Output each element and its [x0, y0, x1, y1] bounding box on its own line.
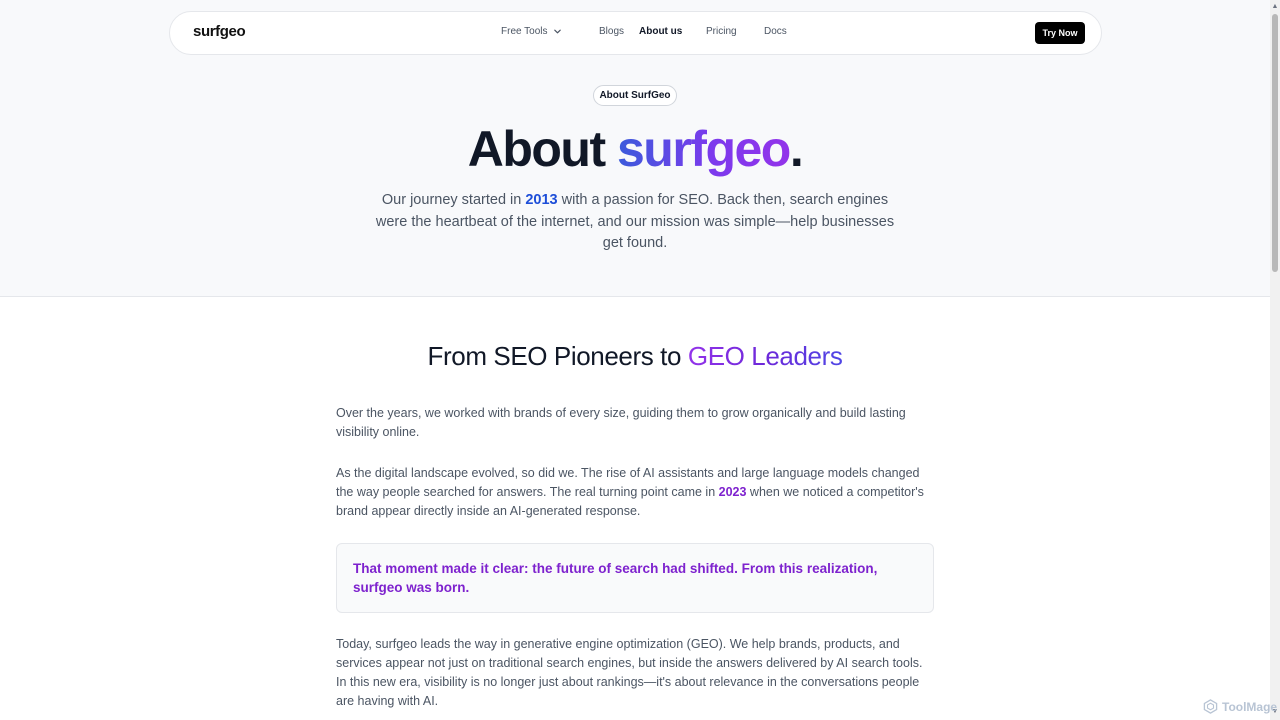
try-now-button[interactable]: Try Now	[1035, 22, 1085, 44]
nav-link-label: Blogs	[599, 26, 625, 37]
hero-description: Our journey started in 2013 with a passi…	[375, 190, 895, 255]
page-title: About surfgeo.	[0, 119, 1270, 179]
story-paragraph-4: Today, surfgeo leads the way in generati…	[336, 637, 923, 708]
about-badge: About SurfGeo	[593, 85, 677, 106]
desc-part1: Our journey started in	[381, 192, 526, 208]
story-paragraph-1: Over the years, we worked with brands of…	[336, 406, 906, 439]
nav-link-label: Docs	[764, 26, 787, 37]
scrollbar[interactable]: ▲ ▼	[1270, 0, 1280, 720]
quote-text: That moment made it clear: the future of…	[353, 561, 878, 595]
chevron-down-icon	[553, 29, 561, 34]
nav-link-label: About us	[639, 26, 683, 37]
scroll-thumb[interactable]	[1272, 14, 1278, 272]
logo[interactable]: surfgeo	[193, 23, 246, 40]
nav-link-blogs[interactable]: Blogs	[599, 26, 639, 37]
scroll-up-arrow-icon[interactable]: ▲	[1270, 2, 1280, 12]
quote-box: That moment made it clear: the future of…	[336, 543, 934, 613]
title-prefix: About	[467, 121, 617, 177]
nav-link-label: Pricing	[706, 26, 737, 37]
section-title-highlight: GEO Leaders	[687, 341, 843, 371]
nav-link-about-us[interactable]: About us	[639, 26, 706, 37]
watermark: ToolMage	[1203, 699, 1277, 714]
page: surfgeo Free Tools Blogs About us Pricin…	[0, 0, 1270, 720]
section-title: From SEO Pioneers to GEO Leaders	[0, 339, 1270, 373]
navbar: surfgeo Free Tools Blogs About us Pricin…	[169, 11, 1102, 55]
title-suffix: .	[789, 121, 804, 177]
section-title-prefix: From SEO Pioneers to	[427, 341, 688, 371]
nav-link-pricing[interactable]: Pricing	[706, 26, 764, 37]
story-paragraph-2: As the digital landscape evolved, so did…	[336, 464, 936, 521]
p2-year: 2023	[718, 485, 747, 499]
nav-link-free-tools[interactable]: Free Tools	[501, 26, 599, 37]
hero-section: surfgeo Free Tools Blogs About us Pricin…	[0, 0, 1270, 297]
nav-link-label: Free Tools	[501, 26, 548, 37]
title-brand: surfgeo	[617, 121, 791, 177]
toolmage-logo-icon	[1203, 699, 1218, 714]
watermark-label: ToolMage	[1222, 699, 1278, 714]
nav-links: Free Tools Blogs About us Pricing Docs	[501, 26, 794, 37]
desc-year: 2013	[525, 192, 558, 208]
nav-link-docs[interactable]: Docs	[764, 26, 794, 37]
